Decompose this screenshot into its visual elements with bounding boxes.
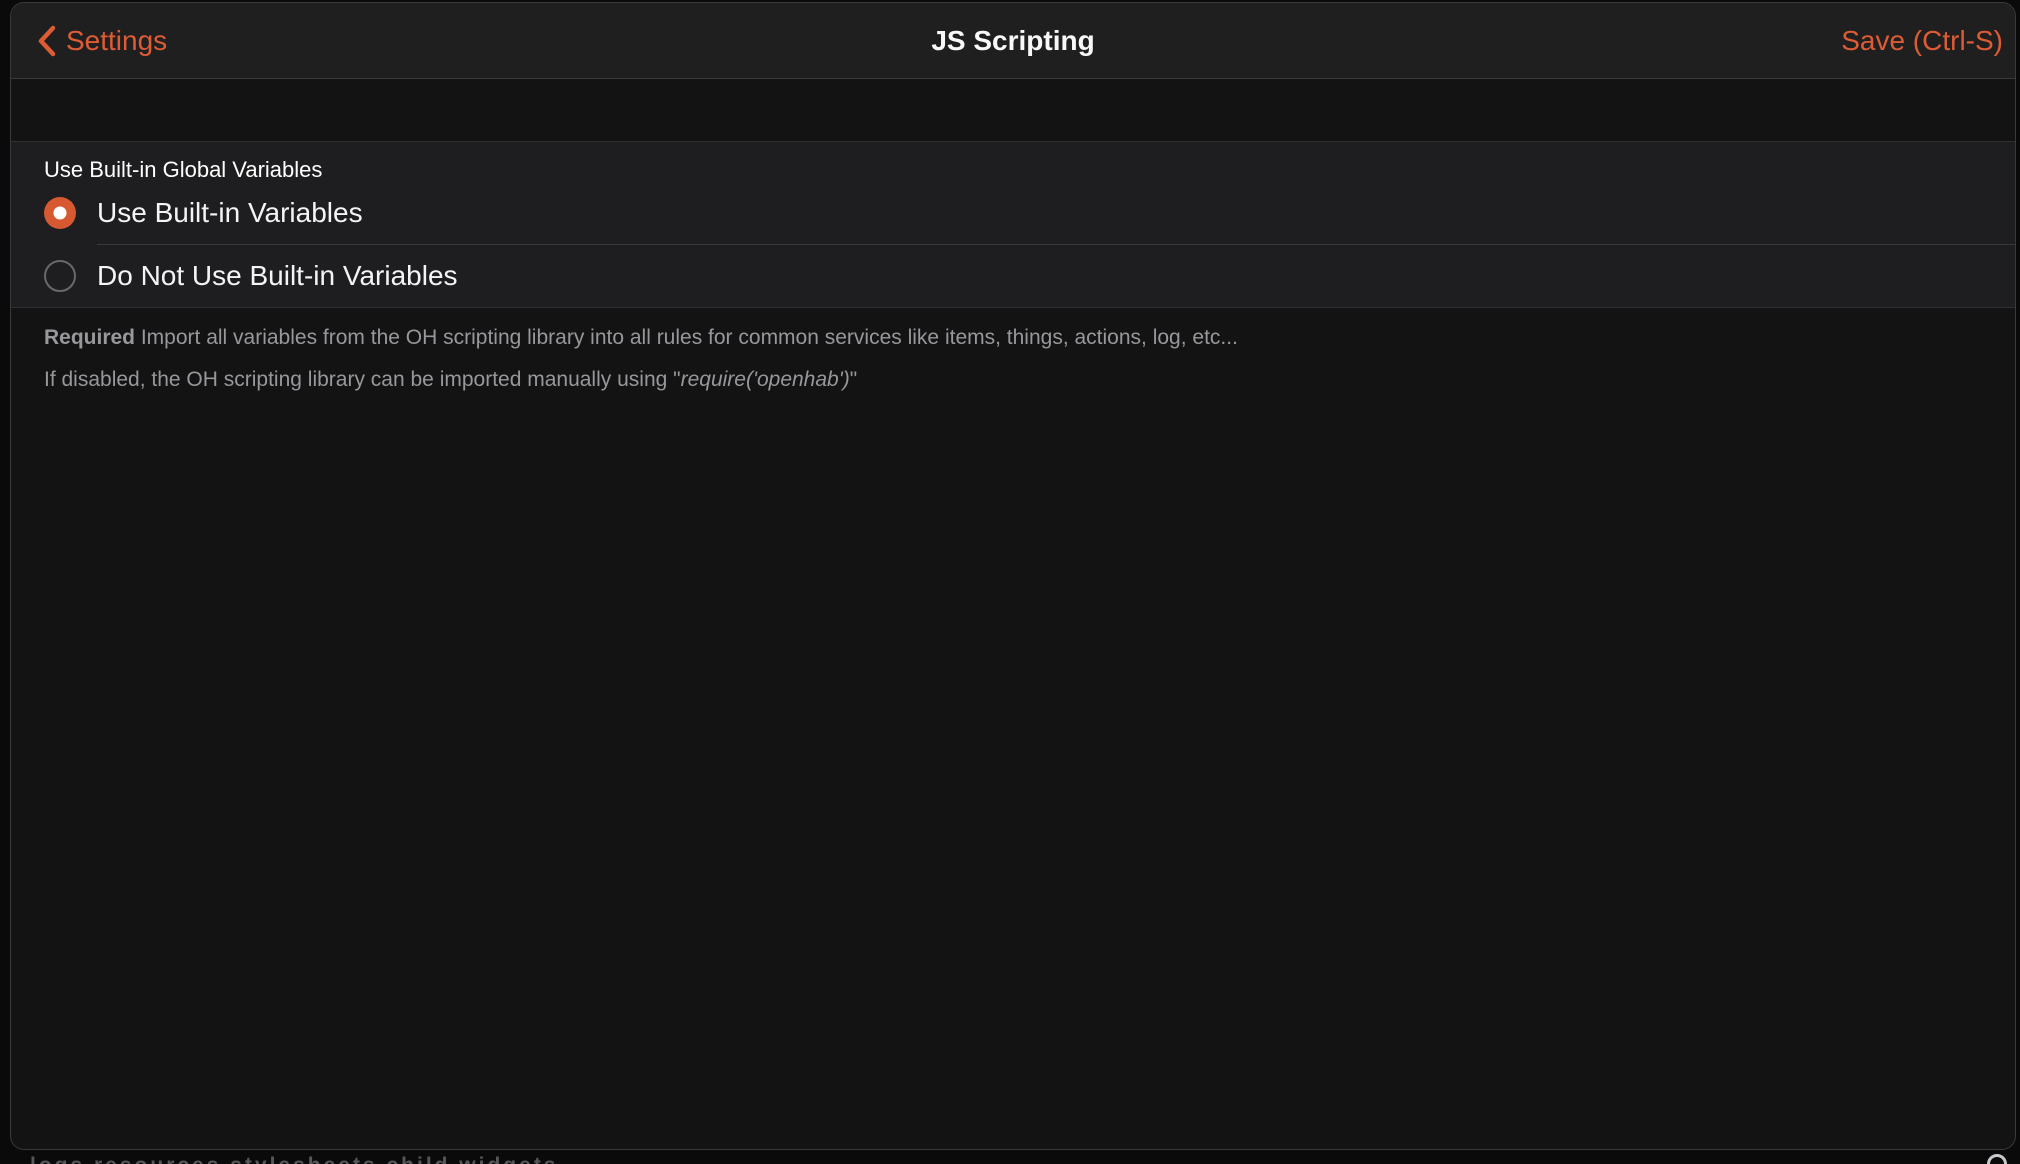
js-scripting-config-dialog: Settings JS Scripting Save (Ctrl-S) Use … xyxy=(10,2,2016,1150)
page-title: JS Scripting xyxy=(931,25,1094,57)
radio-selected-icon[interactable] xyxy=(44,197,76,229)
save-button[interactable]: Save (Ctrl-S) xyxy=(1841,25,2003,57)
radio-option-label: Use Built-in Variables xyxy=(97,197,363,229)
required-description-text: Import all variables from the OH scripti… xyxy=(135,326,1238,349)
radio-option-use-builtin[interactable]: Use Built-in Variables xyxy=(11,182,2015,244)
back-button[interactable]: Settings xyxy=(37,24,167,58)
radio-option-label: Do Not Use Built-in Variables xyxy=(97,260,458,292)
back-button-label: Settings xyxy=(66,25,167,57)
page-top-spacer xyxy=(11,79,2015,141)
chevron-left-icon xyxy=(37,24,57,58)
radio-option-no-builtin[interactable]: Do Not Use Built-in Variables xyxy=(11,245,2015,307)
navbar: Settings JS Scripting Save (Ctrl-S) xyxy=(11,3,2015,79)
note-text-suffix: " xyxy=(850,368,857,391)
description-line-required: Required Import all variables from the O… xyxy=(44,323,1975,352)
backdrop-clipped-text-fragment: logs resources stylesheets child widgets xyxy=(30,1154,559,1164)
description-line-note: If disabled, the OH scripting library ca… xyxy=(44,365,1975,394)
backdrop-clipped-text: logs resources stylesheets child widgets xyxy=(30,1153,950,1164)
radio-unselected-icon[interactable] xyxy=(44,260,76,292)
parameter-label: Use Built-in Global Variables xyxy=(44,158,2015,182)
parameter-description: Required Import all variables from the O… xyxy=(44,323,1975,394)
parameter-group: Use Built-in Global Variables Use Built-… xyxy=(11,141,2015,308)
note-code-snippet: require('openhab') xyxy=(681,368,850,391)
note-text-prefix: If disabled, the OH scripting library ca… xyxy=(44,368,681,391)
screen: logs resources stylesheets child widgets… xyxy=(0,0,2020,1164)
backdrop-partial-circle-glyph xyxy=(1987,1154,2007,1164)
required-badge-text: Required xyxy=(44,326,135,349)
